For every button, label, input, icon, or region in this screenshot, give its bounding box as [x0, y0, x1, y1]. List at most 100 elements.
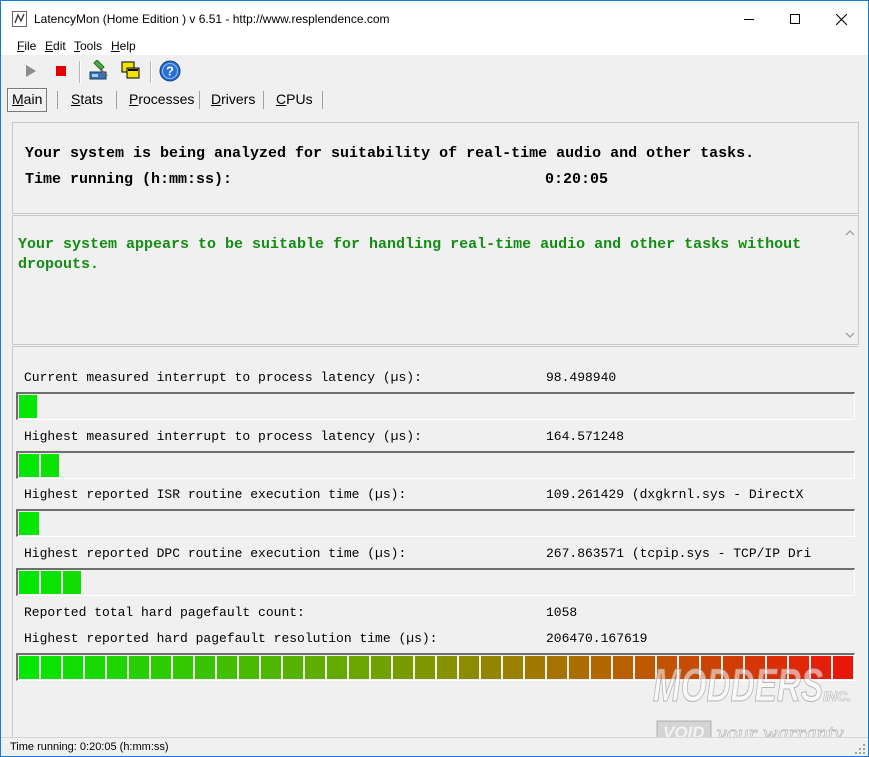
help-button[interactable]: ? — [158, 59, 182, 83]
pagefault-count-label: Reported total hard pagefault count: — [24, 605, 305, 620]
latencymon-app-icon — [12, 11, 27, 27]
tab-separator — [263, 91, 264, 109]
tab-cpus[interactable]: CPUs — [272, 88, 317, 110]
tab-processes-mnemonic: P — [129, 91, 139, 107]
menu-help[interactable]: Help — [111, 39, 136, 53]
windows-icon — [121, 61, 140, 79]
minimize-icon — [744, 19, 754, 20]
status-bar: Time running: 0:20:05 (h:mm:ss) — [1, 737, 868, 756]
tab-stats-mnemonic: S — [71, 91, 81, 107]
bar-segment — [393, 656, 413, 679]
pagefault-count-value: 1058 — [546, 605, 578, 620]
toolbar: ? — [1, 57, 868, 87]
driver-check-button[interactable] — [87, 59, 111, 83]
bar-segment — [41, 571, 61, 594]
bar-segment — [437, 656, 457, 679]
chevron-up-icon — [845, 230, 855, 236]
dpc-time-bar — [16, 568, 855, 596]
tab-separator — [57, 91, 58, 109]
bar-segment — [613, 656, 633, 679]
bar-segment — [371, 656, 391, 679]
tab-main-mnemonic: M — [12, 91, 24, 107]
help-icon: ? — [159, 60, 181, 82]
verdict-scrollbar[interactable] — [843, 217, 857, 341]
tab-drivers[interactable]: Drivers — [207, 88, 259, 110]
menu-edit[interactable]: Edit — [45, 39, 66, 53]
bar-segment — [415, 656, 435, 679]
verdict-text: Your system appears to be suitable for h… — [18, 236, 802, 273]
tab-main-label: ain — [23, 91, 43, 107]
bar-segment — [481, 656, 501, 679]
tab-drivers-mnemonic: D — [211, 91, 222, 107]
pagefault-time-label: Highest reported hard pagefault resoluti… — [24, 631, 438, 646]
tab-stats[interactable]: Stats — [67, 88, 107, 110]
bar-segment — [19, 512, 39, 535]
highest-latency-bar-fill — [19, 454, 60, 477]
start-button[interactable] — [19, 59, 43, 83]
bar-segment — [129, 656, 149, 679]
pagefault-time-bar — [16, 653, 855, 681]
pagefault-time-bar-fill — [19, 656, 853, 679]
analysis-panel: Your system is being analyzed for suitab… — [12, 122, 859, 214]
bar-segment — [261, 656, 281, 679]
bar-segment — [19, 395, 38, 418]
tab-processes-label: rocesses — [138, 91, 195, 107]
bar-segment — [217, 656, 237, 679]
bar-segment — [63, 571, 81, 594]
bar-segment — [547, 656, 567, 679]
bar-segment — [19, 454, 39, 477]
bar-segment — [657, 656, 677, 679]
tab-bar: Main Stats Processes Drivers CPUs — [1, 87, 868, 113]
menu-tools[interactable]: Tools — [74, 39, 102, 53]
menu-help-mnemonic: H — [111, 39, 120, 53]
close-icon — [835, 13, 847, 25]
bar-segment — [789, 656, 809, 679]
bar-segment — [701, 656, 721, 679]
isr-time-bar-fill — [19, 512, 39, 535]
time-running-label: Time running (h:mm:ss): — [25, 171, 233, 188]
isr-time-value: 109.261429 (dxgkrnl.sys - DirectX — [546, 487, 804, 502]
bar-segment — [635, 656, 655, 679]
resize-grip-icon[interactable] — [854, 743, 866, 755]
highest-latency-value: 164.571248 — [546, 429, 625, 444]
tab-drivers-label: rivers — [221, 91, 256, 107]
stop-icon — [56, 66, 66, 76]
title-bar[interactable]: LatencyMon (Home Edition ) v 6.51 - http… — [1, 1, 868, 37]
toolbar-separator — [79, 61, 81, 83]
verdict-panel: Your system appears to be suitable for h… — [12, 215, 859, 345]
close-button[interactable] — [818, 1, 864, 37]
menu-file[interactable]: File — [17, 39, 36, 53]
bar-segment — [723, 656, 743, 679]
maximize-button[interactable] — [772, 1, 818, 37]
status-text: Time running: 0:20:05 (h:mm:ss) — [10, 741, 169, 753]
windows-button[interactable] — [119, 59, 143, 83]
menu-help-label: elp — [119, 39, 136, 53]
bar-segment — [63, 656, 83, 679]
play-icon — [26, 65, 36, 77]
bar-segment — [767, 656, 787, 679]
bar-segment — [811, 656, 831, 679]
bar-segment — [569, 656, 589, 679]
tab-cpus-label: PUs — [286, 91, 313, 107]
tab-separator — [116, 91, 117, 109]
maximize-icon — [790, 14, 800, 24]
tab-cpus-mnemonic: C — [276, 91, 287, 107]
bar-segment — [151, 656, 171, 679]
dpc-time-label: Highest reported DPC routine execution t… — [24, 546, 407, 561]
bar-segment — [195, 656, 215, 679]
dpc-time-value: 267.863571 (tcpip.sys - TCP/IP Dri — [546, 546, 812, 561]
current-latency-value: 98.498940 — [546, 370, 617, 385]
bar-segment — [679, 656, 699, 679]
tab-processes[interactable]: Processes — [125, 88, 198, 110]
bar-segment — [107, 656, 127, 679]
tab-main[interactable]: Main — [7, 88, 48, 112]
bar-segment — [591, 656, 611, 679]
minimize-button[interactable] — [726, 1, 772, 37]
stop-button[interactable] — [49, 59, 73, 83]
window-title: LatencyMon (Home Edition ) v 6.51 - http… — [34, 12, 390, 26]
bar-segment — [503, 656, 523, 679]
bar-segment — [745, 656, 765, 679]
toolbar-separator — [150, 61, 152, 83]
dpc-time-bar-fill — [19, 571, 81, 594]
bar-segment — [41, 656, 61, 679]
